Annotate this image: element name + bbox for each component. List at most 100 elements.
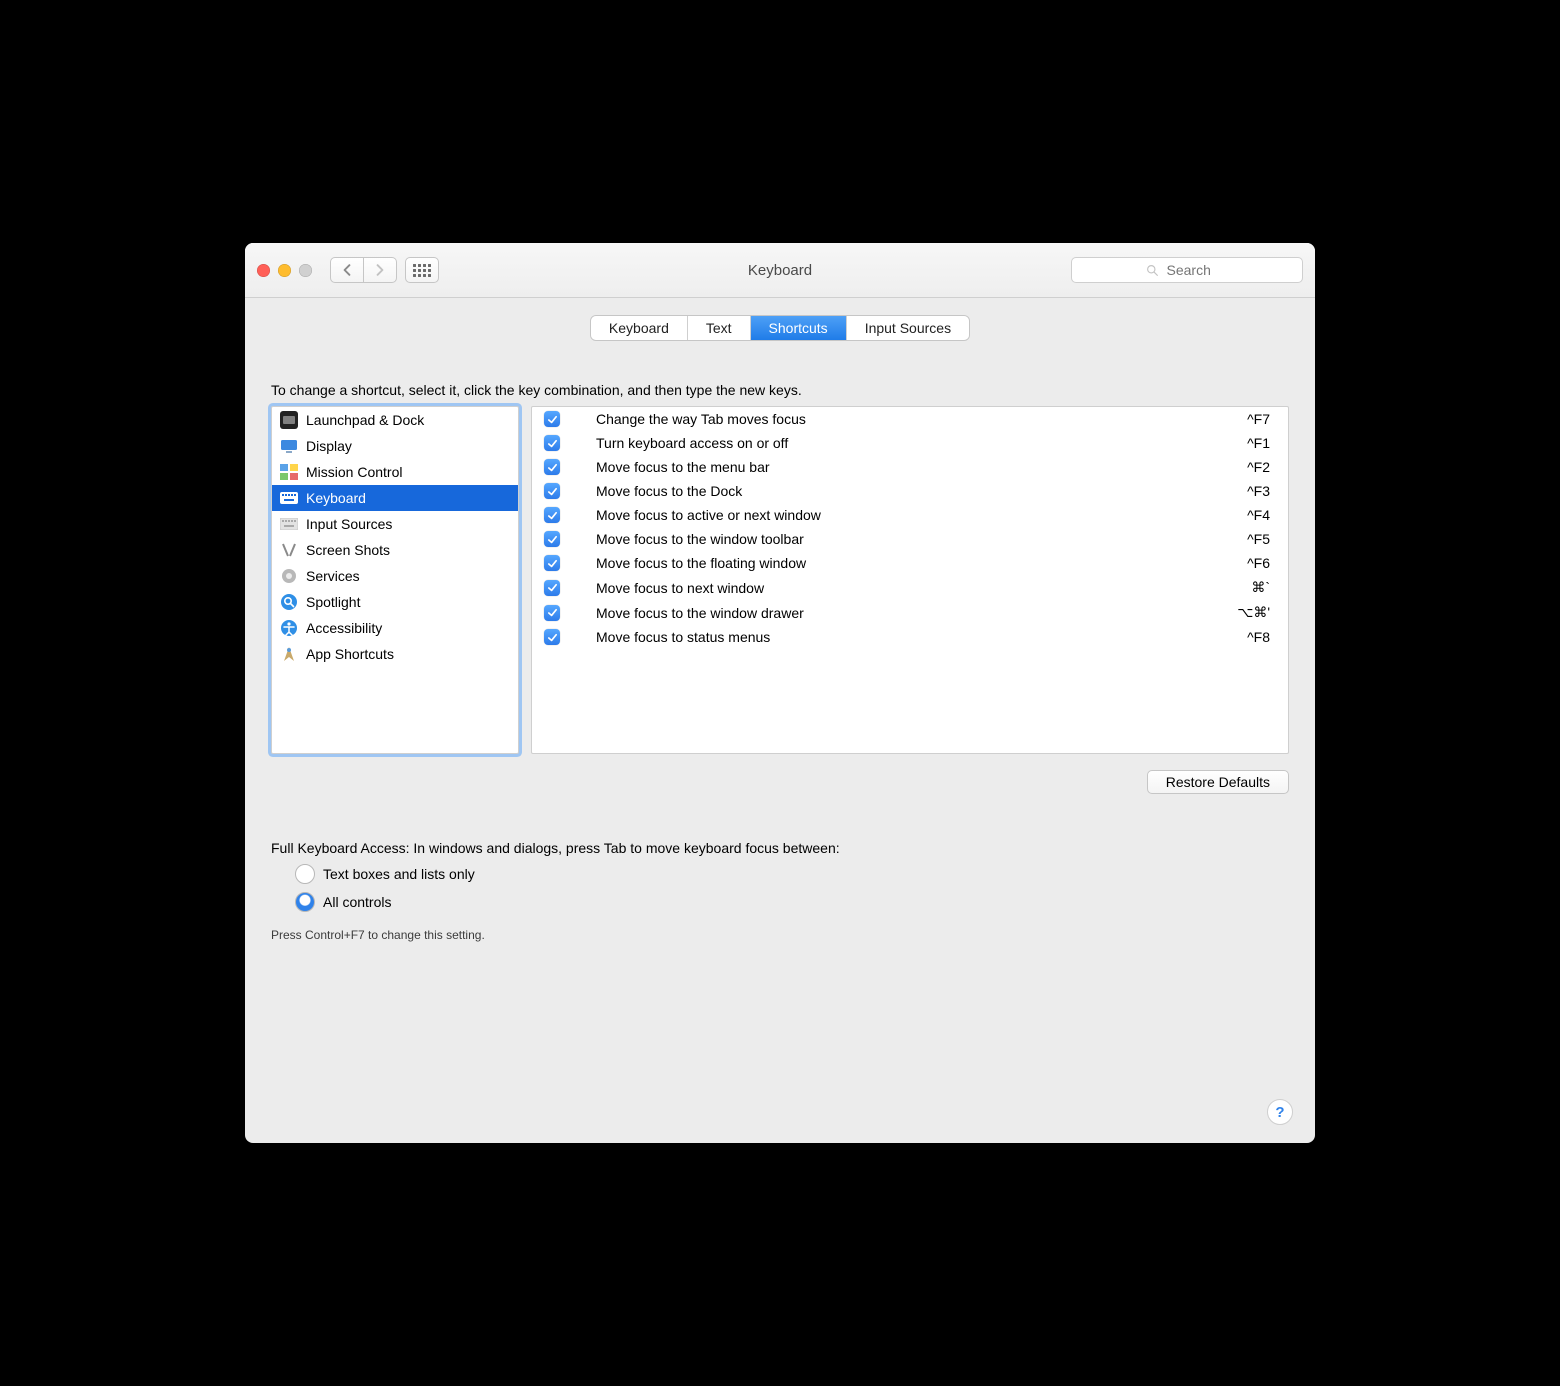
shortcut-row[interactable]: Move focus to status menus ^F8 — [532, 625, 1288, 649]
tab-keyboard[interactable]: Keyboard — [591, 316, 687, 340]
category-label: App Shortcuts — [306, 646, 394, 662]
shortcut-key[interactable]: ^F8 — [1247, 629, 1270, 645]
shortcut-row[interactable]: Move focus to the window drawer ⌥⌘' — [532, 600, 1288, 625]
search-input[interactable] — [1165, 261, 1229, 279]
shortcut-row[interactable]: Move focus to next window ⌘` — [532, 575, 1288, 600]
category-label: Spotlight — [306, 594, 360, 610]
tab-shortcuts[interactable]: Shortcuts — [750, 316, 846, 340]
shortcut-label: Move focus to the floating window — [596, 555, 1247, 571]
nav-buttons — [330, 257, 397, 283]
shortcut-label: Move focus to active or next window — [596, 507, 1247, 523]
shortcut-label: Move focus to the Dock — [596, 483, 1247, 499]
category-label: Services — [306, 568, 360, 584]
shortcut-key[interactable]: ^F5 — [1247, 531, 1270, 547]
radio-label: All controls — [323, 894, 391, 910]
zoom-window-button[interactable] — [299, 264, 312, 277]
services-icon — [280, 567, 298, 585]
close-window-button[interactable] — [257, 264, 270, 277]
panels: Launchpad & Dock Display Mission Control Ke… — [271, 406, 1289, 754]
checkbox[interactable] — [544, 507, 560, 523]
shortcut-key[interactable]: ^F7 — [1247, 411, 1270, 427]
shortcut-row[interactable]: Move focus to active or next window ^F4 — [532, 503, 1288, 527]
instruction-text: To change a shortcut, select it, click t… — [271, 382, 1289, 398]
checkbox[interactable] — [544, 459, 560, 475]
shortcut-row[interactable]: Move focus to the window toolbar ^F5 — [532, 527, 1288, 551]
checkbox[interactable] — [544, 580, 560, 596]
search-field[interactable] — [1071, 257, 1303, 283]
shortcut-row[interactable]: Move focus to the menu bar ^F2 — [532, 455, 1288, 479]
category-screen-shots[interactable]: Screen Shots — [272, 537, 518, 563]
window-controls — [257, 264, 312, 277]
preferences-window: Keyboard KeyboardTextShortcutsInput Sour… — [245, 243, 1315, 1143]
category-label: Input Sources — [306, 516, 392, 532]
keyboard2-icon — [280, 515, 298, 533]
forward-button[interactable] — [364, 257, 397, 283]
toolbar: Keyboard — [245, 243, 1315, 298]
shortcut-label: Change the way Tab moves focus — [596, 411, 1247, 427]
checkbox[interactable] — [544, 555, 560, 571]
shortcut-label: Move focus to next window — [596, 580, 1251, 596]
checkbox[interactable] — [544, 629, 560, 645]
show-all-button[interactable] — [405, 257, 439, 283]
category-label: Display — [306, 438, 352, 454]
category-label: Mission Control — [306, 464, 402, 480]
fka-hint: Press Control+F7 to change this setting. — [271, 928, 1289, 942]
checkbox[interactable] — [544, 411, 560, 427]
content: To change a shortcut, select it, click t… — [245, 352, 1315, 950]
fka-option[interactable]: Text boxes and lists only — [295, 864, 1289, 884]
back-button[interactable] — [330, 257, 364, 283]
shortcut-label: Turn keyboard access on or off — [596, 435, 1247, 451]
shortcut-row[interactable]: Move focus to the floating window ^F6 — [532, 551, 1288, 575]
shortcut-key[interactable]: ^F4 — [1247, 507, 1270, 523]
spotlight-icon — [280, 593, 298, 611]
mission-icon — [280, 463, 298, 481]
shortcut-list[interactable]: Change the way Tab moves focus ^F7 Turn … — [531, 406, 1289, 754]
checkbox[interactable] — [544, 435, 560, 451]
accessibility-icon — [280, 619, 298, 637]
tab-bar: KeyboardTextShortcutsInput Sources — [591, 316, 969, 340]
category-mission-control[interactable]: Mission Control — [272, 459, 518, 485]
shortcut-label: Move focus to status menus — [596, 629, 1247, 645]
category-spotlight[interactable]: Spotlight — [272, 589, 518, 615]
shortcut-key[interactable]: ^F6 — [1247, 555, 1270, 571]
restore-defaults-button[interactable]: Restore Defaults — [1147, 770, 1289, 794]
checkbox[interactable] — [544, 531, 560, 547]
category-services[interactable]: Services — [272, 563, 518, 589]
shortcut-label: Move focus to the window drawer — [596, 605, 1237, 621]
shortcut-row[interactable]: Change the way Tab moves focus ^F7 — [532, 407, 1288, 431]
shortcut-key[interactable]: ⌥⌘' — [1237, 604, 1270, 621]
shortcut-key[interactable]: ^F1 — [1247, 435, 1270, 451]
category-list[interactable]: Launchpad & Dock Display Mission Control Ke… — [271, 406, 519, 754]
radio-button[interactable] — [295, 892, 315, 912]
fka-option[interactable]: All controls — [295, 892, 1289, 912]
radio-label: Text boxes and lists only — [323, 866, 475, 882]
tab-input-sources[interactable]: Input Sources — [846, 316, 969, 340]
shortcut-key[interactable]: ^F2 — [1247, 459, 1270, 475]
shortcut-key[interactable]: ^F3 — [1247, 483, 1270, 499]
shortcut-label: Move focus to the window toolbar — [596, 531, 1247, 547]
category-accessibility[interactable]: Accessibility — [272, 615, 518, 641]
category-app-shortcuts[interactable]: App Shortcuts — [272, 641, 518, 667]
category-input-sources[interactable]: Input Sources — [272, 511, 518, 537]
shortcut-label: Move focus to the menu bar — [596, 459, 1247, 475]
category-label: Keyboard — [306, 490, 366, 506]
shortcut-key[interactable]: ⌘` — [1251, 579, 1270, 596]
tab-text[interactable]: Text — [687, 316, 750, 340]
category-keyboard[interactable]: Keyboard — [272, 485, 518, 511]
category-display[interactable]: Display — [272, 433, 518, 459]
category-launchpad-dock[interactable]: Launchpad & Dock — [272, 407, 518, 433]
checkbox[interactable] — [544, 605, 560, 621]
help-button[interactable]: ? — [1267, 1099, 1293, 1125]
category-label: Launchpad & Dock — [306, 412, 424, 428]
search-icon — [1146, 264, 1159, 277]
shortcut-row[interactable]: Turn keyboard access on or off ^F1 — [532, 431, 1288, 455]
display-icon — [280, 437, 298, 455]
screenshots-icon — [280, 541, 298, 559]
fka-title: Full Keyboard Access: In windows and dia… — [271, 840, 1289, 856]
checkbox[interactable] — [544, 483, 560, 499]
shortcut-row[interactable]: Move focus to the Dock ^F3 — [532, 479, 1288, 503]
minimize-window-button[interactable] — [278, 264, 291, 277]
category-label: Screen Shots — [306, 542, 390, 558]
radio-button[interactable] — [295, 864, 315, 884]
category-label: Accessibility — [306, 620, 382, 636]
